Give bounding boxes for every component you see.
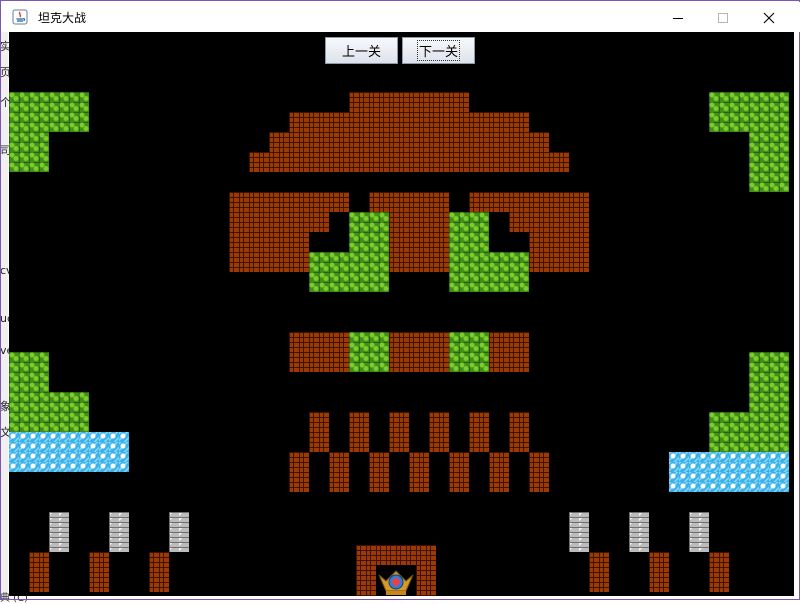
brick-tile — [649, 552, 669, 592]
brick-tile — [509, 412, 529, 452]
grass-tile — [349, 332, 389, 372]
brick-tile — [29, 552, 49, 592]
grass-tile — [449, 212, 489, 292]
brick-tile — [429, 412, 449, 452]
brick-tile — [349, 92, 469, 112]
brick-tile — [389, 332, 449, 352]
player-base-eagle — [376, 565, 416, 596]
grass-tile — [709, 92, 789, 132]
grass-tile — [449, 332, 489, 372]
brick-tile — [509, 212, 589, 232]
prev-level-button[interactable]: 上一关 — [325, 37, 398, 64]
brick-tile — [289, 352, 349, 372]
grass-tile — [309, 252, 349, 292]
brick-tile — [229, 252, 309, 272]
java-app-icon — [12, 9, 28, 25]
maximize-icon — [717, 12, 728, 23]
brick-tile — [349, 412, 369, 452]
brick-tile — [409, 452, 429, 492]
brick-tile — [389, 352, 449, 372]
brick-tile — [529, 452, 549, 492]
brick-tile — [89, 552, 109, 592]
brick-tile — [329, 452, 349, 492]
brick-tile — [229, 232, 309, 252]
brick-tile — [389, 212, 449, 232]
brick-tile — [529, 232, 589, 252]
brick-tile — [356, 565, 376, 596]
game-canvas[interactable]: 上一关 下一关 — [9, 32, 794, 596]
grass-tile — [489, 252, 529, 292]
brick-tile — [369, 192, 449, 212]
brick-tile — [309, 412, 329, 452]
brick-tile — [389, 412, 409, 452]
grass-tile — [349, 212, 389, 292]
eagle-icon — [378, 570, 414, 595]
brick-tile — [356, 545, 436, 565]
brick-tile — [389, 252, 449, 272]
next-level-label: 下一关 — [416, 40, 461, 61]
brick-tile — [589, 552, 609, 592]
close-button[interactable] — [746, 3, 791, 32]
brick-tile — [709, 552, 729, 592]
brick-tile — [489, 452, 509, 492]
water-tile — [669, 452, 789, 492]
water-tile — [9, 432, 129, 472]
brick-tile — [489, 352, 529, 372]
brick-tile — [469, 192, 589, 212]
grass-tile — [749, 352, 789, 412]
prev-level-label: 上一关 — [341, 45, 381, 60]
close-icon — [763, 12, 774, 23]
game-window: 坦克大战 上一关 下一关 — [0, 0, 800, 600]
grass-tile — [9, 132, 49, 172]
steel-tile — [109, 512, 129, 552]
steel-tile — [169, 512, 189, 552]
steel-tile — [569, 512, 589, 552]
brick-tile — [449, 452, 469, 492]
next-level-button[interactable]: 下一关 — [402, 37, 475, 64]
steel-tile — [49, 512, 69, 552]
grass-tile — [9, 352, 49, 392]
grass-tile — [709, 412, 789, 452]
grass-tile — [9, 392, 89, 432]
grass-tile — [749, 132, 789, 192]
brick-tile — [289, 112, 529, 132]
steel-tile — [629, 512, 649, 552]
window-title: 坦克大战 — [38, 11, 87, 25]
brick-tile — [416, 565, 436, 596]
brick-tile — [289, 452, 309, 492]
minimize-icon — [672, 17, 683, 19]
grass-tile — [9, 92, 89, 132]
minimize-button[interactable] — [655, 3, 700, 32]
brick-tile — [249, 152, 569, 172]
maximize-button[interactable] — [700, 3, 745, 32]
brick-tile — [489, 332, 529, 352]
brick-tile — [229, 192, 349, 212]
steel-tile — [689, 512, 709, 552]
brick-tile — [149, 552, 169, 592]
brick-tile — [269, 132, 549, 152]
title-bar[interactable]: 坦克大战 — [2, 2, 800, 32]
brick-tile — [469, 412, 489, 452]
brick-tile — [369, 452, 389, 492]
brick-tile — [229, 212, 329, 232]
brick-tile — [289, 332, 349, 352]
brick-tile — [529, 252, 589, 272]
brick-tile — [389, 232, 449, 252]
